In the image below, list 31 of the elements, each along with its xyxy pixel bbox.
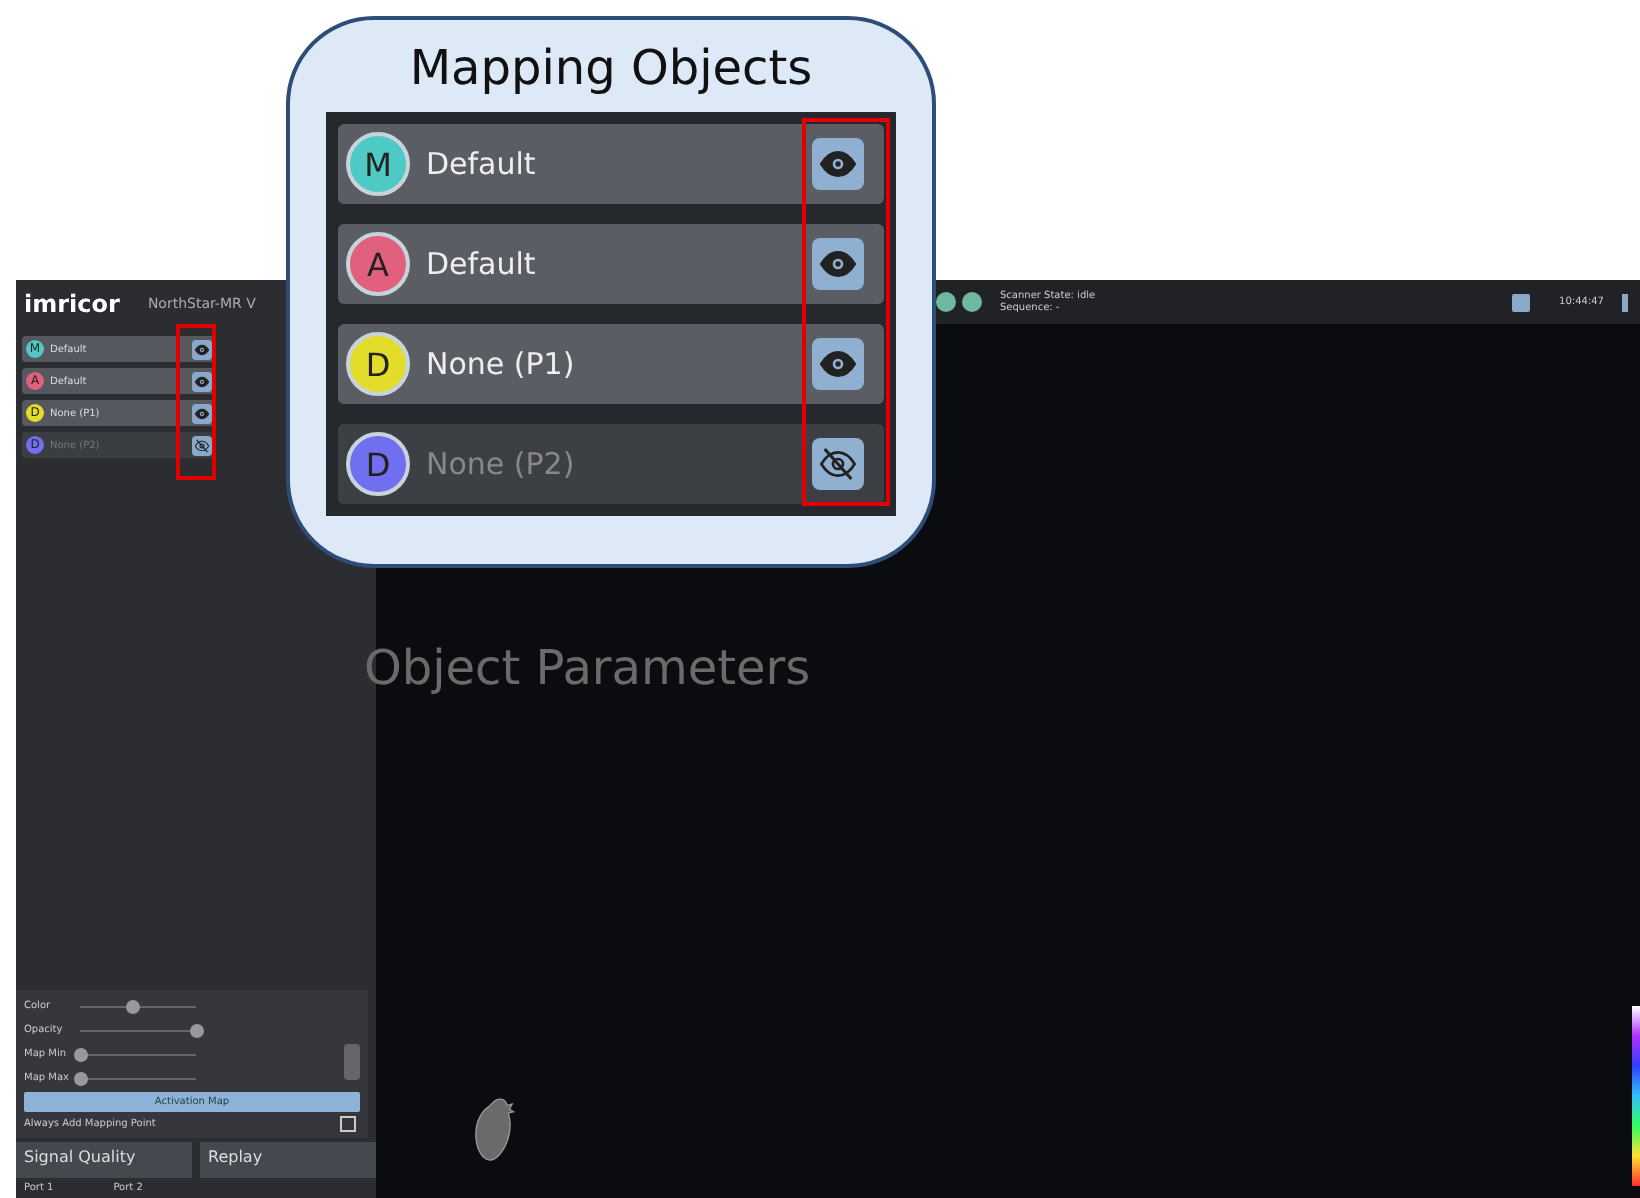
slider-thumb[interactable] [126, 999, 141, 1013]
app-logo: imricor [24, 290, 120, 318]
eye-slash-icon [818, 444, 858, 484]
object-badge: M [346, 132, 410, 196]
eye-icon [194, 373, 210, 389]
panel-tab[interactable]: Signal Quality [16, 1142, 192, 1178]
visibility-toggle[interactable] [192, 435, 212, 455]
visibility-toggle[interactable] [192, 339, 212, 359]
checkbox[interactable] [340, 1116, 356, 1132]
callout-title: Mapping Objects [409, 40, 813, 96]
mapping-object-row[interactable]: A Default [338, 224, 884, 304]
visibility-toggle[interactable] [812, 238, 864, 290]
visibility-toggle[interactable] [812, 338, 864, 390]
panel-tab[interactable]: Replay [200, 1142, 376, 1178]
slider-thumb[interactable] [74, 1071, 88, 1085]
visibility-toggle[interactable] [812, 138, 864, 190]
mapping-object-row[interactable]: D None (P1) [338, 324, 884, 404]
visibility-toggle[interactable] [192, 403, 212, 423]
section-caption: Object Parameters [364, 640, 813, 696]
visibility-toggle[interactable] [812, 438, 864, 490]
object-badge: D [346, 332, 410, 396]
mapping-object-row[interactable]: M Default [338, 124, 884, 204]
visibility-toggle[interactable] [192, 371, 212, 391]
mapping-object-row[interactable]: D None (P2) [338, 424, 884, 504]
eye-icon [194, 341, 210, 357]
slider-thumb[interactable] [74, 1047, 88, 1061]
slider-thumb[interactable] [190, 1023, 204, 1037]
eye-slash-icon [194, 437, 210, 453]
eye-icon [194, 405, 210, 421]
object-badge: D [346, 432, 410, 496]
object-badge: A [346, 232, 410, 296]
